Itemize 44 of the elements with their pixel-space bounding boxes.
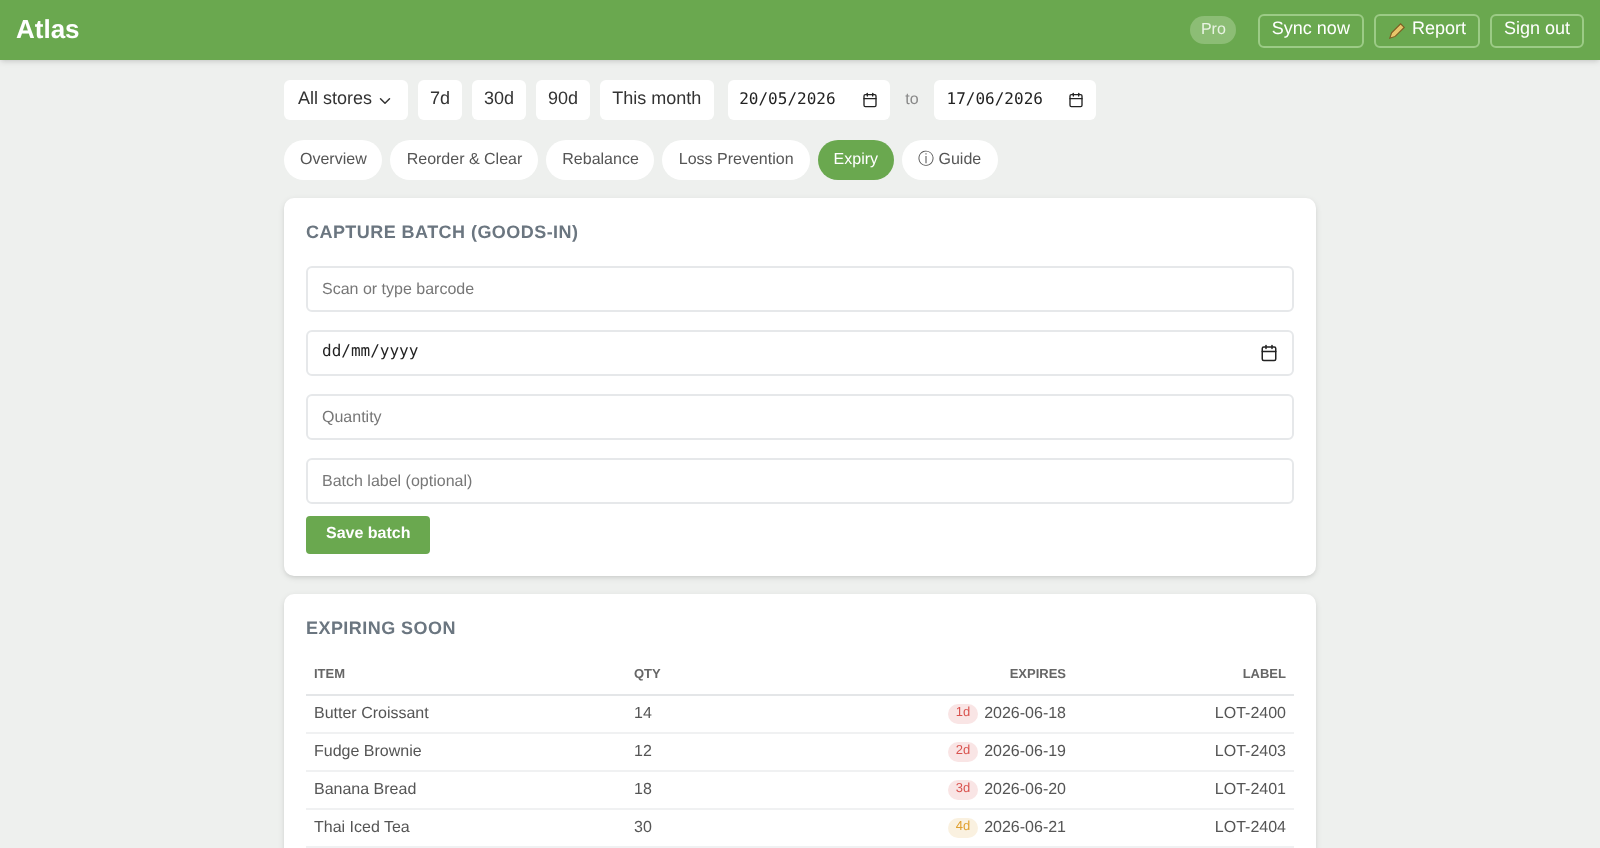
table-cell: 12 (626, 733, 834, 772)
table-cell: 18 (626, 771, 834, 810)
table-cell: Butter Croissant (306, 695, 626, 734)
table-cell: 30 (626, 809, 834, 848)
store-select[interactable]: All stores (284, 80, 408, 120)
calendar-icon (1068, 92, 1085, 108)
table-cell: 14 (626, 695, 834, 734)
range-button[interactable]: 30d (472, 80, 527, 120)
card-title: CAPTURE BATCH (GOODS-IN) (306, 220, 581, 246)
tab[interactable]: Reorder & Clear (390, 140, 539, 180)
table-cell: LOT-2404 (1074, 809, 1294, 848)
tab[interactable]: Overview (284, 140, 383, 180)
date-input-field[interactable]: dd/mm/yyyy (306, 329, 1294, 375)
expiry-date: 2026-06-20 (984, 777, 1066, 802)
input-field[interactable]: Scan or type barcode (306, 265, 1294, 311)
table-cell: LOT-2401 (1074, 771, 1294, 810)
pencil-icon (1387, 21, 1406, 39)
input-field[interactable]: Quantity (306, 393, 1294, 439)
date-field[interactable]: 17/06/2026 (934, 80, 1097, 120)
table-cell: LOT-2400 (1074, 695, 1294, 734)
date-placeholder: dd/mm/yyyy (322, 340, 419, 364)
range-button[interactable]: This month (600, 80, 714, 120)
tab[interactable]: Rebalance (546, 140, 655, 180)
range-button[interactable]: 7d (418, 80, 463, 120)
date-field[interactable]: 20/05/2026 (727, 80, 890, 120)
input-field[interactable]: Batch label (optional) (306, 457, 1294, 503)
expiry-date: 2026-06-18 (984, 701, 1066, 726)
tab[interactable]: Loss Prevention (662, 140, 810, 180)
table-cell: Fudge Brownie (306, 733, 626, 772)
calendar-icon (1260, 343, 1278, 361)
card-title: EXPIRING SOON (306, 615, 458, 641)
calendar-icon (861, 92, 878, 108)
table-cell: Banana Bread (306, 771, 626, 810)
plan-badge: Pro (1190, 16, 1236, 44)
tab[interactable]: ⓘ Guide (902, 140, 998, 180)
table-cell: LOT-2403 (1074, 733, 1294, 772)
table-cell: Thai Iced Tea (306, 809, 626, 848)
expiry-date: 2026-06-19 (984, 739, 1066, 764)
expiry-date: 2026-06-21 (984, 815, 1066, 840)
range-button[interactable]: 90d (536, 80, 591, 120)
app-title: Atlas (16, 12, 80, 49)
date-value: 17/06/2026 (946, 88, 1043, 112)
date-value: 20/05/2026 (739, 88, 836, 112)
to-label: to (905, 88, 919, 112)
